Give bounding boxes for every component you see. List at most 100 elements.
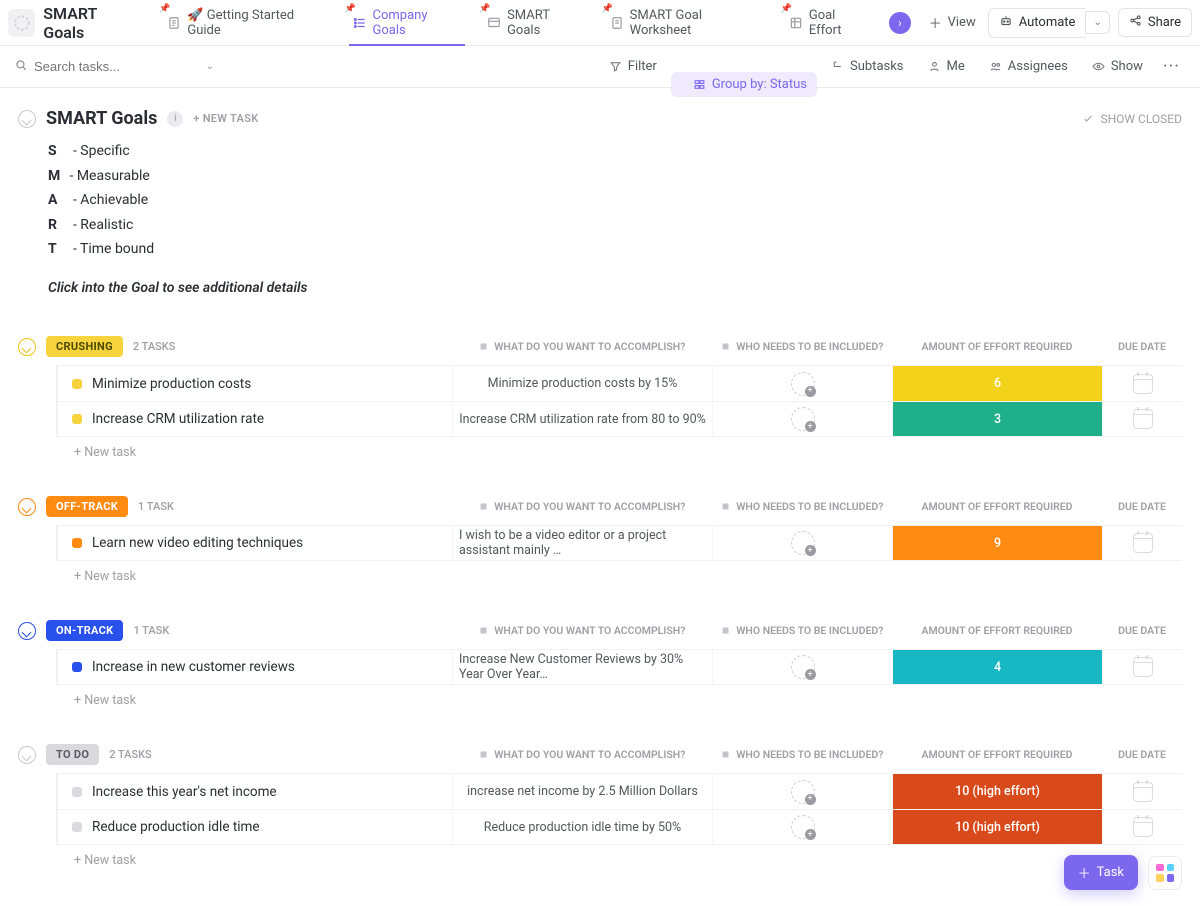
accomplish-cell[interactable]: Increase New Customer Reviews by 30% Yea… bbox=[452, 650, 712, 684]
included-cell[interactable] bbox=[712, 402, 892, 436]
assignee-add-icon[interactable] bbox=[791, 372, 815, 396]
status-chip[interactable]: OFF-TRACK bbox=[46, 496, 128, 517]
new-task-row[interactable]: + New task bbox=[40, 845, 1182, 868]
filter-icon bbox=[609, 60, 622, 73]
show-button[interactable]: Show bbox=[1082, 54, 1153, 79]
subtasks-button[interactable]: Subtasks bbox=[821, 54, 914, 79]
col-accomplish[interactable]: WHAT DO YOU WANT TO ACCOMPLISH? bbox=[452, 500, 712, 513]
task-name-cell[interactable]: Minimize production costs bbox=[58, 366, 452, 401]
automate-label: Automate bbox=[1019, 15, 1076, 30]
col-accomplish[interactable]: WHAT DO YOU WANT TO ACCOMPLISH? bbox=[452, 340, 712, 353]
included-cell[interactable] bbox=[712, 774, 892, 809]
accomplish-cell[interactable]: I wish to be a video editor or a project… bbox=[452, 526, 712, 560]
apps-fab[interactable] bbox=[1148, 856, 1182, 890]
due-cell[interactable] bbox=[1102, 526, 1182, 560]
tab-getting-started[interactable]: 📌 🚀 Getting Started Guide bbox=[155, 0, 338, 46]
col-effort[interactable]: AMOUNT OF EFFORT REQUIRED bbox=[892, 500, 1102, 513]
show-closed-button[interactable]: SHOW CLOSED bbox=[1082, 112, 1182, 126]
tabs-scroll-right[interactable]: › bbox=[889, 12, 910, 34]
included-cell[interactable] bbox=[712, 810, 892, 844]
info-icon[interactable]: i bbox=[167, 111, 183, 127]
group-by-button[interactable]: Group by: Status bbox=[671, 72, 817, 97]
assignee-add-icon[interactable] bbox=[791, 815, 815, 839]
share-icon bbox=[1129, 14, 1142, 31]
group-collapse-toggle[interactable] bbox=[18, 498, 36, 516]
effort-cell[interactable]: 9 bbox=[892, 526, 1102, 560]
collapse-toggle[interactable] bbox=[18, 110, 36, 128]
tab-goal-effort[interactable]: 📌 Goal Effort bbox=[777, 0, 881, 46]
group-collapse-toggle[interactable] bbox=[18, 338, 36, 356]
new-task-row[interactable]: + New task bbox=[40, 437, 1182, 460]
filter-button[interactable]: Filter bbox=[599, 54, 667, 79]
task-row[interactable]: Increase CRM utilization rate Increase C… bbox=[58, 401, 1182, 437]
tab-company-goals[interactable]: 📌 Company Goals bbox=[341, 0, 474, 46]
automate-dropdown[interactable]: ⌄ bbox=[1085, 11, 1109, 34]
search-input[interactable] bbox=[34, 59, 174, 74]
task-name-cell[interactable]: Increase this year's net income bbox=[58, 774, 452, 809]
status-chip[interactable]: TO DO bbox=[46, 744, 99, 765]
automate-button[interactable]: Automate bbox=[988, 8, 1086, 38]
group-collapse-toggle[interactable] bbox=[18, 622, 36, 640]
task-row[interactable]: Increase in new customer reviews Increas… bbox=[58, 649, 1182, 685]
col-due[interactable]: DUE DATE bbox=[1102, 624, 1182, 637]
accomplish-cell[interactable]: Minimize production costs by 15% bbox=[452, 366, 712, 401]
assignee-add-icon[interactable] bbox=[791, 780, 815, 804]
due-cell[interactable] bbox=[1102, 366, 1182, 401]
effort-cell[interactable]: 10 (high effort) bbox=[892, 810, 1102, 844]
task-row[interactable]: Learn new video editing techniques I wis… bbox=[58, 525, 1182, 561]
status-chip[interactable]: ON-TRACK bbox=[46, 620, 123, 641]
assignee-add-icon[interactable] bbox=[791, 407, 815, 431]
included-cell[interactable] bbox=[712, 526, 892, 560]
due-cell[interactable] bbox=[1102, 402, 1182, 436]
col-effort[interactable]: AMOUNT OF EFFORT REQUIRED bbox=[892, 624, 1102, 637]
effort-cell[interactable]: 6 bbox=[892, 366, 1102, 401]
accomplish-cell[interactable]: Increase CRM utilization rate from 80 to… bbox=[452, 402, 712, 436]
group-collapse-toggle[interactable] bbox=[18, 746, 36, 764]
effort-cell[interactable]: 10 (high effort) bbox=[892, 774, 1102, 809]
subtasks-label: Subtasks bbox=[850, 59, 904, 74]
me-button[interactable]: Me bbox=[918, 54, 975, 79]
due-cell[interactable] bbox=[1102, 774, 1182, 809]
effort-cell[interactable]: 3 bbox=[892, 402, 1102, 436]
assignees-button[interactable]: Assignees bbox=[979, 54, 1078, 79]
included-cell[interactable] bbox=[712, 650, 892, 684]
task-name-cell[interactable]: Learn new video editing techniques bbox=[58, 526, 452, 560]
add-view-button[interactable]: ＋ View bbox=[919, 13, 986, 32]
col-included[interactable]: WHO NEEDS TO BE INCLUDED? bbox=[712, 624, 892, 637]
col-effort[interactable]: AMOUNT OF EFFORT REQUIRED bbox=[892, 340, 1102, 353]
col-due[interactable]: DUE DATE bbox=[1102, 340, 1182, 353]
new-task-button[interactable]: + NEW TASK bbox=[193, 112, 258, 125]
accomplish-cell[interactable]: increase net income by 2.5 Million Dolla… bbox=[452, 774, 712, 809]
col-accomplish[interactable]: WHAT DO YOU WANT TO ACCOMPLISH? bbox=[452, 624, 712, 637]
assignee-add-icon[interactable] bbox=[791, 655, 815, 679]
new-task-row[interactable]: + New task bbox=[40, 561, 1182, 584]
col-included[interactable]: WHO NEEDS TO BE INCLUDED? bbox=[712, 748, 892, 761]
content-scroll[interactable]: SMART Goals i + NEW TASK SHOW CLOSED S -… bbox=[0, 88, 1200, 906]
col-effort[interactable]: AMOUNT OF EFFORT REQUIRED bbox=[892, 748, 1102, 761]
col-due[interactable]: DUE DATE bbox=[1102, 748, 1182, 761]
due-cell[interactable] bbox=[1102, 650, 1182, 684]
task-name-cell[interactable]: Increase in new customer reviews bbox=[58, 650, 452, 684]
assignee-add-icon[interactable] bbox=[791, 531, 815, 555]
status-chip[interactable]: CRUSHING bbox=[46, 336, 123, 357]
chevron-down-icon[interactable]: ⌄ bbox=[206, 61, 214, 72]
col-included[interactable]: WHO NEEDS TO BE INCLUDED? bbox=[712, 340, 892, 353]
due-cell[interactable] bbox=[1102, 810, 1182, 844]
tab-smart-goals[interactable]: 📌 SMART Goals bbox=[475, 0, 596, 46]
effort-cell[interactable]: 4 bbox=[892, 650, 1102, 684]
task-name-cell[interactable]: Reduce production idle time bbox=[58, 810, 452, 844]
task-row[interactable]: Minimize production costs Minimize produ… bbox=[58, 365, 1182, 401]
new-task-fab[interactable]: ＋ Task bbox=[1064, 855, 1138, 890]
task-name-cell[interactable]: Increase CRM utilization rate bbox=[58, 402, 452, 436]
new-task-row[interactable]: + New task bbox=[40, 685, 1182, 708]
tab-worksheet[interactable]: 📌 SMART Goal Worksheet bbox=[598, 0, 775, 46]
col-due[interactable]: DUE DATE bbox=[1102, 500, 1182, 513]
share-button[interactable]: Share bbox=[1118, 8, 1192, 37]
included-cell[interactable] bbox=[712, 366, 892, 401]
more-menu[interactable]: ··· bbox=[1157, 56, 1186, 77]
accomplish-cell[interactable]: Reduce production idle time by 50% bbox=[452, 810, 712, 844]
task-row[interactable]: Increase this year's net income increase… bbox=[58, 773, 1182, 809]
col-accomplish[interactable]: WHAT DO YOU WANT TO ACCOMPLISH? bbox=[452, 748, 712, 761]
col-included[interactable]: WHO NEEDS TO BE INCLUDED? bbox=[712, 500, 892, 513]
task-row[interactable]: Reduce production idle time Reduce produ… bbox=[58, 809, 1182, 845]
